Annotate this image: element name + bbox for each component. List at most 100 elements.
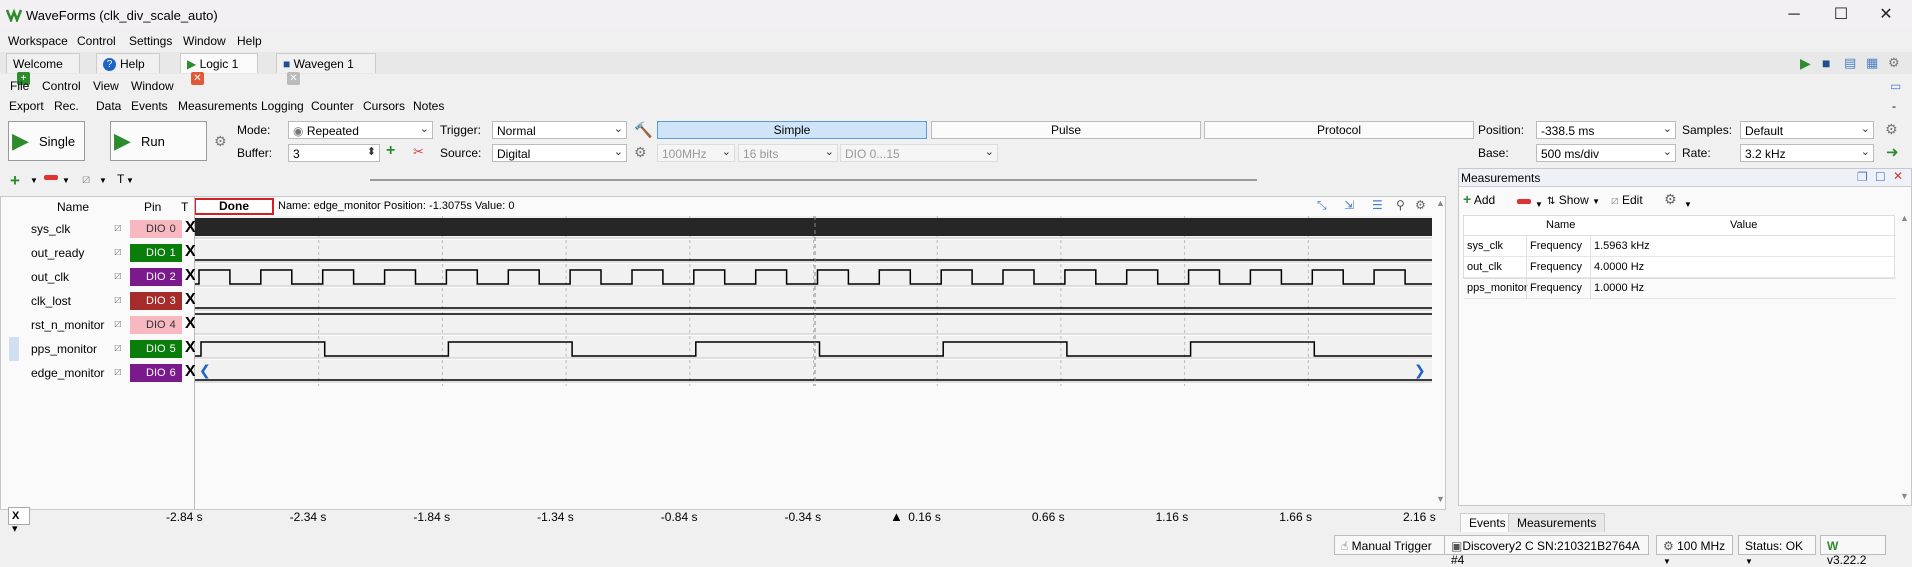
view-settings-icon[interactable]: ⚙ <box>1415 198 1426 212</box>
trigger-type-protocol[interactable]: Protocol <box>1204 121 1474 139</box>
pin-badge[interactable]: DIO 1 <box>130 244 182 262</box>
measurements-add-button[interactable]: + Add <box>1463 191 1495 209</box>
scroll-left-icon[interactable]: ❮ <box>199 362 211 379</box>
chevron-down-icon[interactable]: ▼ <box>126 176 134 185</box>
scroll-up-icon[interactable]: ▲ <box>1436 198 1445 208</box>
edit-signal-icon[interactable]: ⧄ <box>114 268 122 283</box>
edit-signal-icon[interactable]: ⧄ <box>114 220 122 235</box>
layout-icon[interactable]: ▤ <box>1844 55 1856 71</box>
submenu-rec[interactable]: Rec. <box>54 99 79 113</box>
arrow-right-icon[interactable]: ➜ <box>1886 143 1899 161</box>
edit-signal-icon[interactable]: ⧄ <box>114 364 122 379</box>
scissors-icon[interactable]: ✂ <box>413 144 424 160</box>
trigger-type-simple[interactable]: Simple <box>657 121 927 139</box>
zoom-fit-icon[interactable]: ⇲ <box>1344 198 1354 212</box>
tab-wavegen[interactable]: ■ Wavegen 1 ✕ <box>276 53 376 86</box>
menu-control[interactable]: Control <box>77 34 116 48</box>
measurement-row[interactable]: pps_monitor Frequency 1.0000 Hz <box>1464 278 1896 299</box>
time-settings-icon[interactable]: ⚙ <box>1885 121 1898 138</box>
run-button[interactable]: ▶ Run <box>110 121 207 161</box>
device-button[interactable]: ▣Discovery2 C SN:210321B2764A #4 <box>1444 535 1649 567</box>
clock-select[interactable]: ⚙ 100 MHz ▼ <box>1656 535 1733 566</box>
close-icon[interactable]: ✕ <box>1893 169 1903 183</box>
submenu-measurements[interactable]: Measurements <box>178 99 257 113</box>
pin-badge[interactable]: DIO 5 <box>130 340 182 358</box>
tab-events[interactable]: Events <box>1460 513 1515 533</box>
dock-icon[interactable]: ▭ <box>1890 79 1901 93</box>
maximize-icon[interactable]: ☐ <box>1875 170 1886 184</box>
position-select[interactable]: -338.5 ms ⌄ <box>1536 121 1676 139</box>
scroll-down-icon[interactable]: ▼ <box>1436 494 1445 504</box>
text-tool-icon[interactable]: T <box>117 172 124 186</box>
cursor-tool-icon[interactable]: ⤡ <box>1317 198 1327 213</box>
menu-window[interactable]: Window <box>183 34 226 48</box>
edit-signal-icon[interactable]: ⧄ <box>114 292 122 307</box>
submenu-counter[interactable]: Counter <box>311 99 354 113</box>
pin-badge[interactable]: DIO 4 <box>130 316 182 334</box>
settings-icon[interactable]: ⚙ <box>1888 55 1900 71</box>
edit-signal-icon[interactable]: ⧄ <box>114 244 122 259</box>
minimize-button[interactable]: ─ <box>1776 4 1812 26</box>
axis-x-select[interactable]: X ▾ <box>8 507 30 535</box>
restore-icon[interactable]: ❐ <box>1857 170 1868 184</box>
run-all-icon[interactable]: ▶ <box>1800 55 1811 72</box>
submenu-notes[interactable]: Notes <box>413 99 444 113</box>
source-settings-icon[interactable]: ⚙ <box>634 144 647 161</box>
chevron-down-icon[interactable]: ▼ <box>62 176 70 185</box>
hammer-icon[interactable]: 🔨 <box>634 121 653 139</box>
pin-badge[interactable]: DIO 3 <box>130 292 182 310</box>
status-badge[interactable]: Status: OK ▼ <box>1738 535 1816 566</box>
layout-split-icon[interactable]: ▦ <box>1866 55 1878 71</box>
remove-channel-icon[interactable] <box>44 175 58 180</box>
manual-trigger-button[interactable]: ☝ Manual Trigger <box>1334 535 1445 555</box>
scroll-right-icon[interactable]: ❯ <box>1414 362 1426 379</box>
edit-signal-icon[interactable]: ⧄ <box>114 340 122 355</box>
trigger-type-pulse[interactable]: Pulse <box>931 121 1201 139</box>
scroll-up-icon[interactable]: ▲ <box>1900 213 1909 223</box>
collapse-icon[interactable]: - <box>1892 99 1896 113</box>
align-icon[interactable]: ☰ <box>1372 198 1383 212</box>
submenu-data[interactable]: Data <box>96 99 121 113</box>
measurements-show-button[interactable]: ⇅ Show ▼ <box>1547 193 1600 207</box>
menu-window[interactable]: Window <box>131 79 174 93</box>
acquisition-settings-icon[interactable]: ⚙ <box>214 133 227 150</box>
maximize-button[interactable]: ☐ <box>1823 4 1859 26</box>
measurement-row[interactable]: out_clk Frequency 4.0000 Hz <box>1464 257 1896 278</box>
rate-select[interactable]: 3.2 kHz ⌄ <box>1740 144 1874 162</box>
scroll-overview-bar[interactable] <box>370 179 1257 181</box>
tab-help[interactable]: ? Help <box>96 53 160 73</box>
menu-file[interactable]: File <box>10 79 29 93</box>
menu-workspace[interactable]: Workspace <box>8 34 68 48</box>
chevron-down-icon[interactable]: ▼ <box>1684 200 1692 209</box>
submenu-events[interactable]: Events <box>131 99 168 113</box>
chevron-down-icon[interactable]: ▼ <box>1535 200 1543 209</box>
measurement-row[interactable]: sys_clk Frequency 1.5963 kHz <box>1464 236 1896 257</box>
scroll-down-icon[interactable]: ▼ <box>1900 491 1909 501</box>
chevron-down-icon[interactable]: ▼ <box>30 176 38 185</box>
single-button[interactable]: ▶ Single <box>8 121 85 161</box>
pin-badge[interactable]: DIO 2 <box>130 268 182 286</box>
submenu-cursors[interactable]: Cursors <box>363 99 405 113</box>
menu-settings[interactable]: Settings <box>129 34 172 48</box>
menu-view[interactable]: View <box>93 79 119 93</box>
stop-all-icon[interactable]: ■ <box>1822 55 1830 71</box>
menu-help[interactable]: Help <box>237 34 262 48</box>
add-icon[interactable]: + <box>386 142 395 160</box>
measurement-settings-icon[interactable]: ⚙ <box>1664 191 1677 208</box>
tab-welcome[interactable]: Welcome + <box>6 53 80 86</box>
mode-select[interactable]: ◉ Repeated ⌄ <box>288 121 433 139</box>
stepper-arrows-icon[interactable]: ⬍ <box>367 145 376 158</box>
source-select[interactable]: Digital ⌄ <box>492 144 627 162</box>
submenu-export[interactable]: Export <box>9 99 44 113</box>
edit-signal-icon[interactable]: ⧄ <box>114 316 122 331</box>
chevron-down-icon[interactable]: ▼ <box>99 176 107 185</box>
measurements-edit-button[interactable]: ⧄ Edit <box>1611 193 1643 208</box>
base-select[interactable]: 500 ms/div ⌄ <box>1536 144 1676 162</box>
buffer-stepper[interactable]: 3 ⬍ <box>288 144 380 162</box>
close-button[interactable]: ✕ <box>1868 4 1904 26</box>
trigger-select[interactable]: Normal ⌄ <box>492 121 627 139</box>
pin-badge[interactable]: DIO 6 <box>130 364 182 382</box>
magnifier-icon[interactable]: ⚲ <box>1396 198 1405 212</box>
menu-control[interactable]: Control <box>42 79 81 93</box>
add-channel-icon[interactable]: + <box>10 171 20 191</box>
